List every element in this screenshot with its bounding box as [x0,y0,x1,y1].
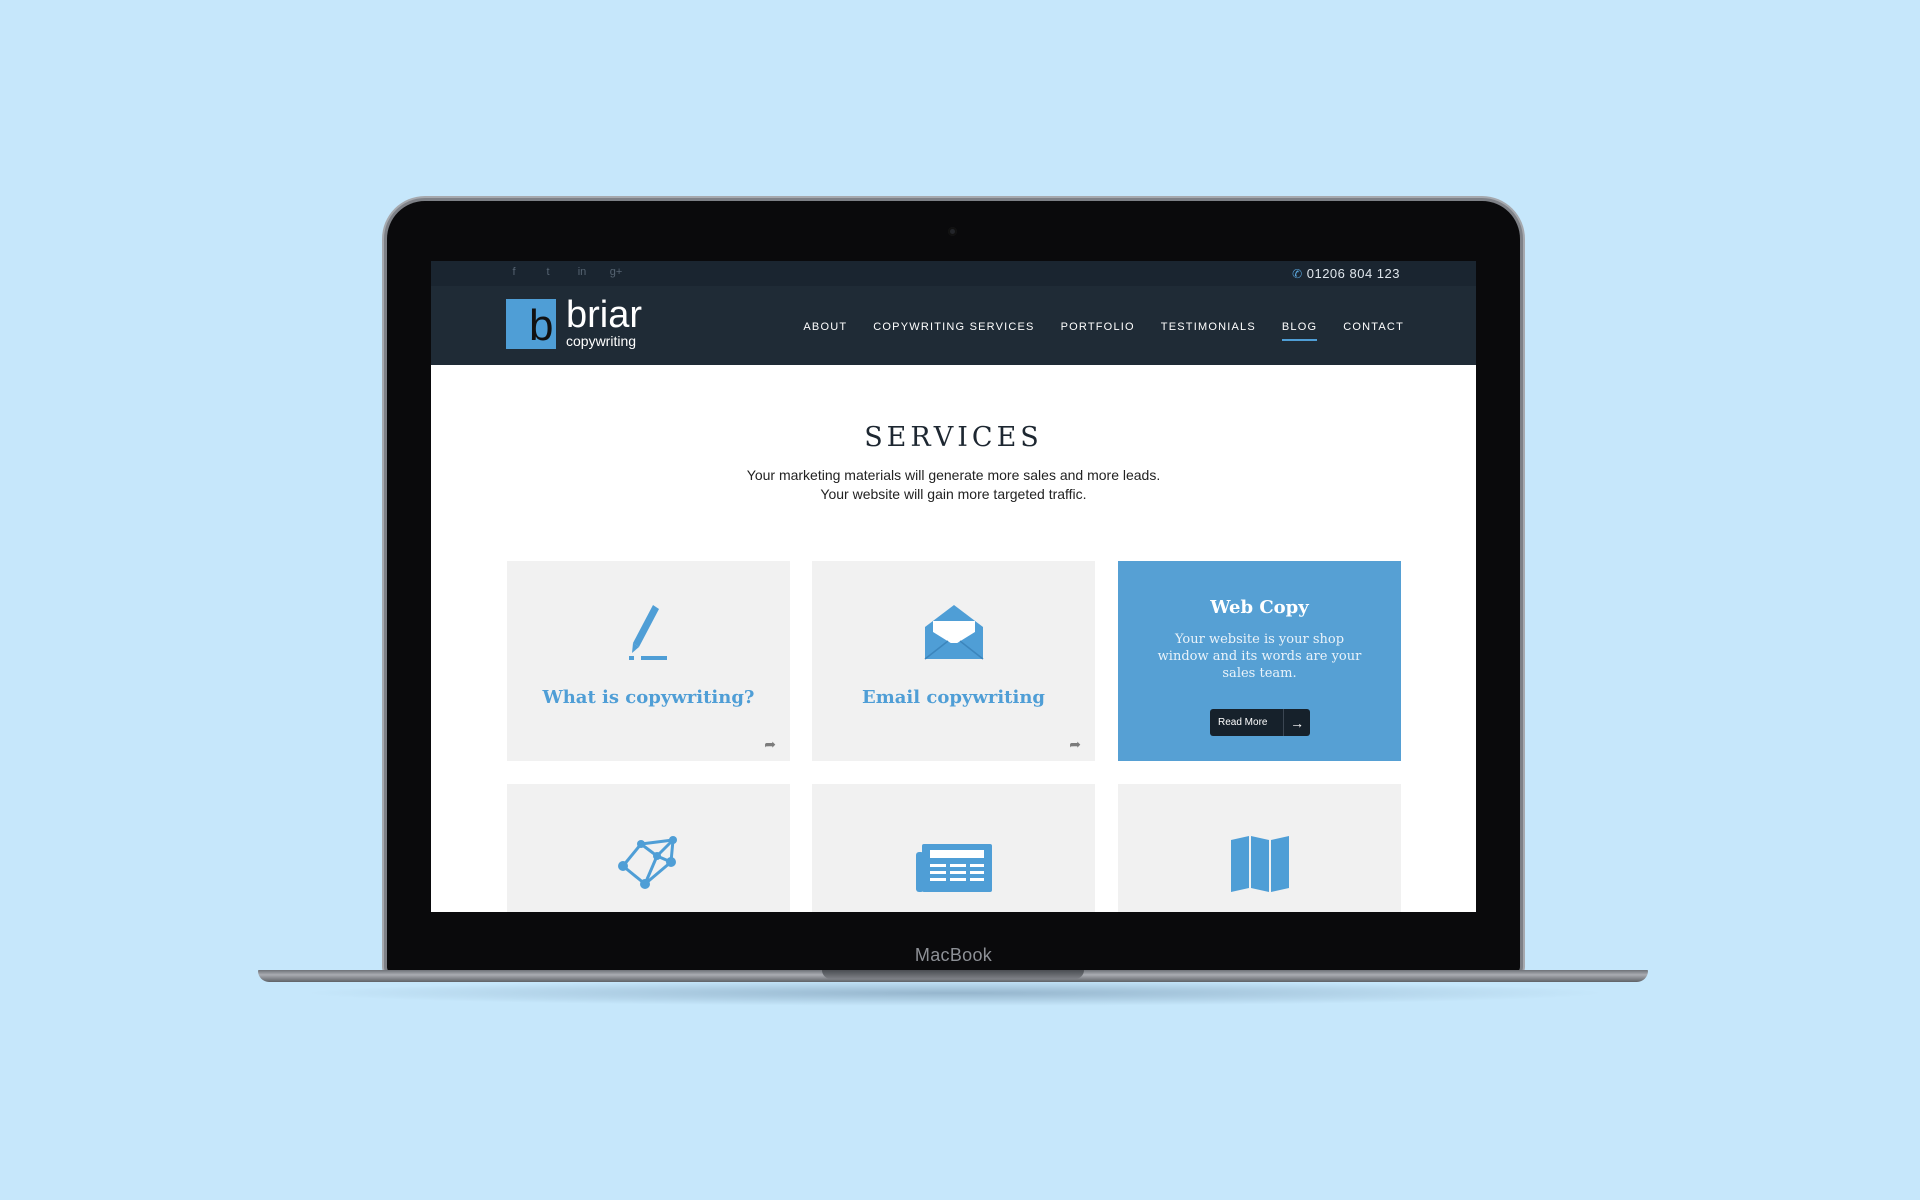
service-card-email-copywriting[interactable]: Email copywriting ➦ [812,561,1095,761]
laptop-shadow [300,980,1610,1006]
camera-icon [948,227,957,236]
page-title: SERVICES [864,422,1043,453]
phone-icon: ✆ [1292,267,1303,281]
linkedin-icon[interactable]: in [574,266,590,278]
nav-portfolio[interactable]: Portfolio [1061,321,1135,341]
service-card-brochure[interactable] [1118,784,1401,912]
read-more-button[interactable]: Read More → [1210,709,1310,736]
read-more-label: Read More [1218,717,1268,728]
nav-contact[interactable]: Contact [1343,321,1404,341]
nav-about[interactable]: About [803,321,847,341]
service-card-network[interactable] [507,784,790,912]
website-screen: f t in g+ ✆ 01206 804 123 b briar copywri… [431,261,1476,912]
share-icon[interactable]: ➦ [764,736,776,753]
network-icon [617,836,677,889]
card-title: What is copywriting? [542,687,755,708]
navbar: b briar copywriting About Copywriting Se… [431,286,1476,365]
twitter-icon[interactable]: t [540,266,556,278]
logo-tagline: copywriting [566,333,637,349]
card-description: Your website is your shop window and its… [1157,632,1362,681]
logo-name[interactable]: briar [566,295,642,335]
services-intro: Your marketing materials will generate m… [746,467,1161,502]
newspaper-icon [915,844,992,892]
nav-copywriting-services[interactable]: Copywriting Services [873,321,1034,341]
phone-number[interactable]: ✆ 01206 804 123 [1292,266,1400,281]
map-icon [1230,836,1289,892]
arrow-right-icon: → [1283,709,1310,736]
logo-letter: b [529,301,554,350]
device-label: MacBook [914,945,993,965]
nav-testimonials[interactable]: Testimonials [1161,321,1256,341]
service-card-web-copy[interactable]: Web Copy Your website is your shop windo… [1118,561,1401,761]
envelope-icon [924,605,983,660]
laptop-notch [822,970,1084,979]
top-bar: f t in g+ ✆ 01206 804 123 [431,261,1476,286]
share-icon[interactable]: ➦ [1069,736,1081,753]
nav-blog[interactable]: Blog [1281,321,1318,341]
main-nav: About Copywriting Services Portfolio Tes… [803,321,1404,341]
google-plus-icon[interactable]: g+ [608,266,624,278]
social-links: f t in g+ [506,266,624,278]
service-card-what-is-copywriting[interactable]: What is copywriting? ➦ [507,561,790,761]
card-title: Email copywriting [861,687,1046,708]
facebook-icon[interactable]: f [506,266,522,278]
pen-icon [628,605,667,660]
card-title: Web Copy [1210,597,1309,618]
service-card-press[interactable] [812,784,1095,912]
phone-text: 01206 804 123 [1306,266,1400,281]
